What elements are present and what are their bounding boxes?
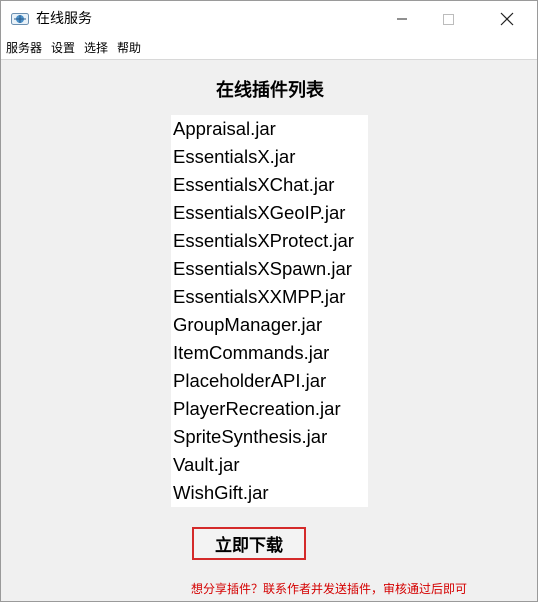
plugin-list-item[interactable]: EssentialsXSpawn.jar xyxy=(173,255,352,283)
share-plugin-hint: 想分享插件？联系作者并发送插件，审核通过后即可 xyxy=(191,582,468,596)
close-icon xyxy=(500,12,514,26)
menu-bar: 服务器 设置 选择 帮助 xyxy=(1,37,537,59)
minimize-button[interactable] xyxy=(379,1,425,37)
plugin-list-item[interactable]: GroupManager.jar xyxy=(173,311,322,339)
plugin-list-item[interactable]: EssentialsXXMPP.jar xyxy=(173,283,345,311)
download-now-button[interactable]: 立即下载 xyxy=(192,527,306,560)
app-window: 在线服务 服务器 设置 选择 帮助 在线插件列表 Appraisal.jar E… xyxy=(0,0,538,602)
plugin-listbox[interactable]: Appraisal.jar EssentialsX.jar Essentials… xyxy=(171,115,368,507)
plugin-list-item[interactable]: EssentialsXGeoIP.jar xyxy=(173,199,345,227)
menu-divider xyxy=(1,59,537,60)
plugin-list-item[interactable]: ItemCommands.jar xyxy=(173,339,329,367)
maximize-icon xyxy=(443,14,454,25)
app-icon xyxy=(11,11,29,27)
plugin-list-item[interactable]: PlayerRecreation.jar xyxy=(173,395,341,423)
plugin-list-item[interactable]: WishGift.jar xyxy=(173,479,269,507)
title-bar[interactable]: 在线服务 xyxy=(1,1,537,37)
plugin-list-item[interactable]: Appraisal.jar xyxy=(173,115,276,143)
plugin-list-item[interactable]: EssentialsXProtect.jar xyxy=(173,227,354,255)
close-button[interactable] xyxy=(484,1,530,37)
plugin-list-item[interactable]: Vault.jar xyxy=(173,451,240,479)
window-title: 在线服务 xyxy=(36,11,92,27)
plugin-list-item[interactable]: SpriteSynthesis.jar xyxy=(173,423,327,451)
maximize-button[interactable] xyxy=(425,1,471,37)
minimize-icon xyxy=(397,18,407,20)
plugin-list-item[interactable]: PlaceholderAPI.jar xyxy=(173,367,326,395)
menu-select[interactable]: 选择 xyxy=(84,41,108,55)
menu-settings[interactable]: 设置 xyxy=(51,41,75,55)
plugin-list-item[interactable]: EssentialsXChat.jar xyxy=(173,171,334,199)
menu-help[interactable]: 帮助 xyxy=(117,41,141,55)
plugin-list-heading: 在线插件列表 xyxy=(216,80,324,101)
plugin-list-item[interactable]: EssentialsX.jar xyxy=(173,143,295,171)
menu-server[interactable]: 服务器 xyxy=(6,41,42,55)
